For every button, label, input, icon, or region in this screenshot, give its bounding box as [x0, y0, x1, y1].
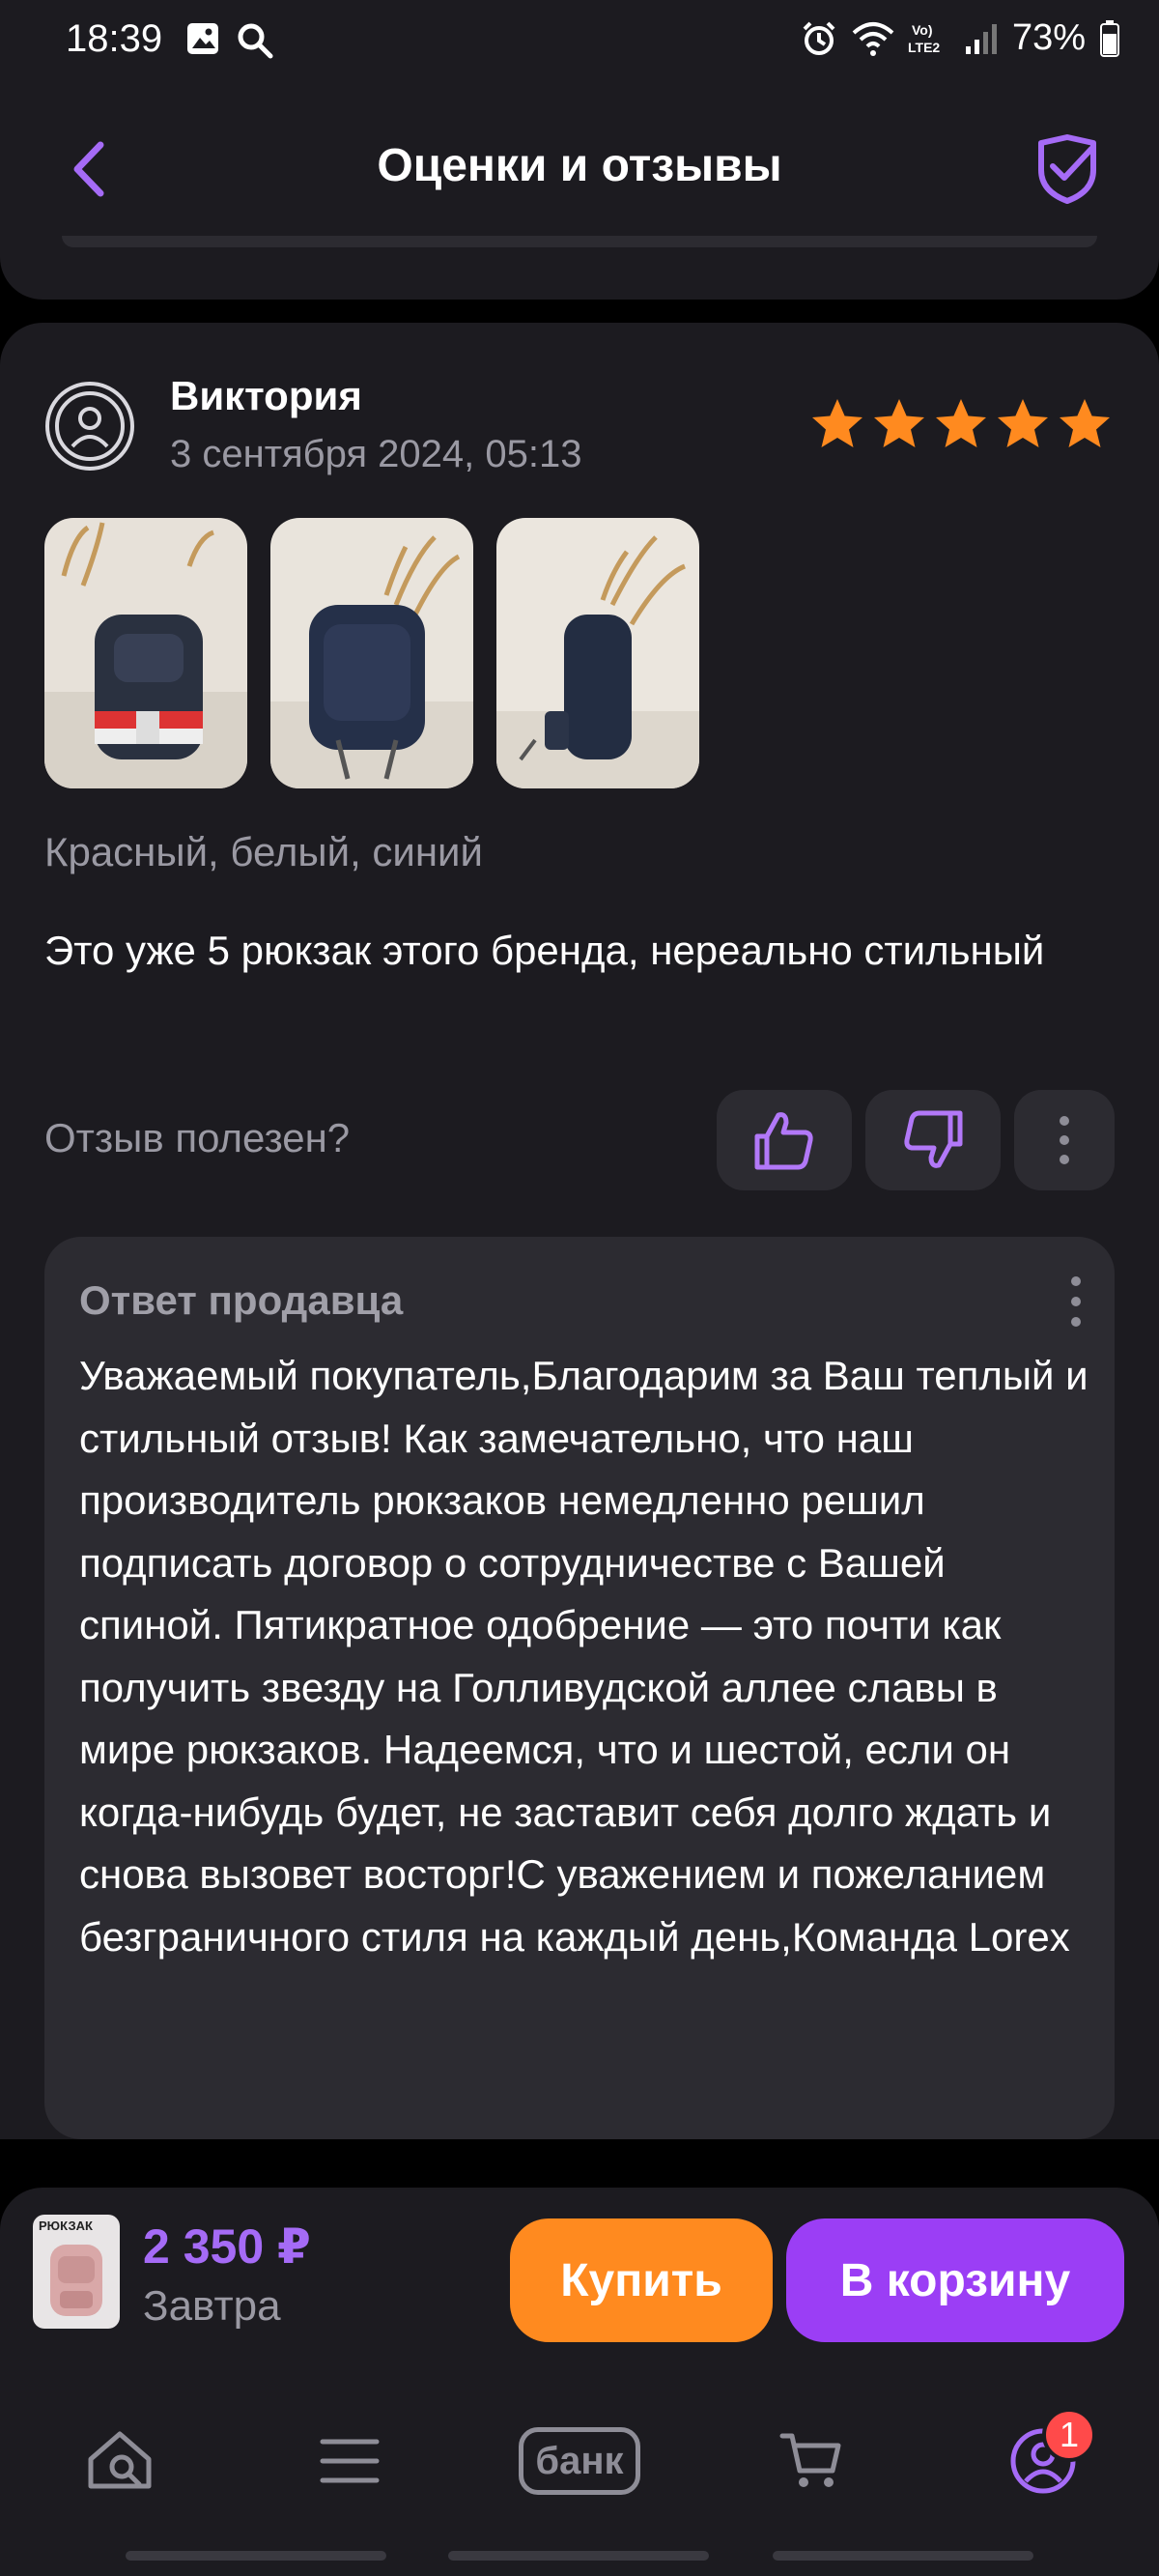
review-photo[interactable] — [496, 518, 699, 788]
nav-home[interactable] — [81, 2421, 158, 2501]
review-date: 3 сентября 2024, 05:13 — [170, 433, 582, 475]
verified-reviews-button[interactable] — [1033, 133, 1101, 205]
signal-icon — [965, 23, 997, 54]
shield-check-icon — [1038, 134, 1096, 204]
review-card: Виктория 3 сентября 2024, 05:13 Красный,… — [0, 323, 1159, 2139]
svg-text:Vo): Vo) — [912, 22, 933, 38]
review-text: Это уже 5 рюкзак этого бренда, нереально… — [44, 928, 1045, 973]
thumbs-down-icon — [904, 1110, 963, 1168]
review-photos — [44, 518, 699, 788]
dislike-button[interactable] — [865, 1090, 1001, 1190]
more-vertical-icon — [1060, 1116, 1069, 1164]
review-photo[interactable] — [270, 518, 473, 788]
like-button[interactable] — [717, 1090, 852, 1190]
delivery-date: Завтра — [143, 2282, 281, 2330]
seller-reply-more-button[interactable] — [1066, 1270, 1086, 1333]
seller-reply-title: Ответ продавца — [79, 1277, 404, 1323]
bank-label: банк — [519, 2427, 640, 2495]
svg-text:LTE2: LTE2 — [908, 40, 940, 55]
product-thumbnail-label: РЮКЗАК — [39, 2218, 93, 2233]
thumbs-up-icon — [754, 1112, 813, 1170]
add-to-cart-button[interactable]: В корзину — [786, 2218, 1124, 2342]
home-search-icon — [88, 2431, 152, 2489]
product-variant: Красный, белый, синий — [44, 829, 483, 874]
gallery-icon — [187, 23, 218, 54]
cart-icon — [779, 2433, 841, 2487]
star-icon — [998, 399, 1048, 447]
battery-icon — [1100, 19, 1119, 57]
bottom-navigation: банк 1 — [0, 2361, 1159, 2576]
status-time: 18:39 — [66, 17, 163, 60]
wifi-icon — [852, 21, 894, 56]
star-icon — [1060, 399, 1110, 447]
seller-reply: Ответ продавца Уважаемый покупатель,Благ… — [44, 1237, 1115, 2139]
lte-icon: Vo) LTE2 — [908, 22, 940, 55]
buy-bar: РЮКЗАК 2 350 ₽ Завтра Купить В корзину — [0, 2188, 1159, 2361]
review-photo[interactable] — [44, 518, 247, 788]
user-avatar-icon — [45, 382, 134, 471]
alarm-icon — [803, 21, 835, 55]
header: Оценки и отзывы — [0, 83, 1159, 300]
more-vertical-icon — [1071, 1276, 1081, 1327]
menu-icon — [320, 2439, 380, 2483]
status-bar: 18:39 Vo) LTE2 73% — [0, 0, 1159, 83]
rating-stars — [809, 396, 1113, 452]
nav-cart[interactable] — [773, 2421, 850, 2501]
buy-button[interactable]: Купить — [510, 2218, 773, 2342]
reviewer-name: Виктория — [170, 373, 362, 418]
product-thumbnail[interactable]: РЮКЗАК — [33, 2215, 120, 2329]
product-price: 2 350 ₽ — [143, 2219, 311, 2274]
battery-percent: 73% — [1011, 17, 1086, 58]
search-icon — [238, 23, 273, 59]
star-icon — [874, 399, 924, 447]
nav-bank[interactable]: банк — [506, 2421, 653, 2501]
star-icon — [812, 399, 862, 447]
helpful-question: Отзыв полезен? — [44, 1115, 351, 1160]
profile-notification-badge: 1 — [1042, 2408, 1096, 2462]
review-more-button[interactable] — [1014, 1090, 1115, 1190]
nav-profile[interactable]: 1 — [1004, 2408, 1096, 2501]
seller-reply-text: Уважаемый покупатель,Благодарим за Ваш т… — [79, 1353, 1088, 1960]
star-icon — [936, 399, 986, 447]
avatar — [44, 381, 135, 472]
page-title: Оценки и отзывы — [377, 140, 782, 191]
previous-review-edge — [62, 236, 1097, 247]
nav-catalog[interactable] — [311, 2421, 388, 2501]
